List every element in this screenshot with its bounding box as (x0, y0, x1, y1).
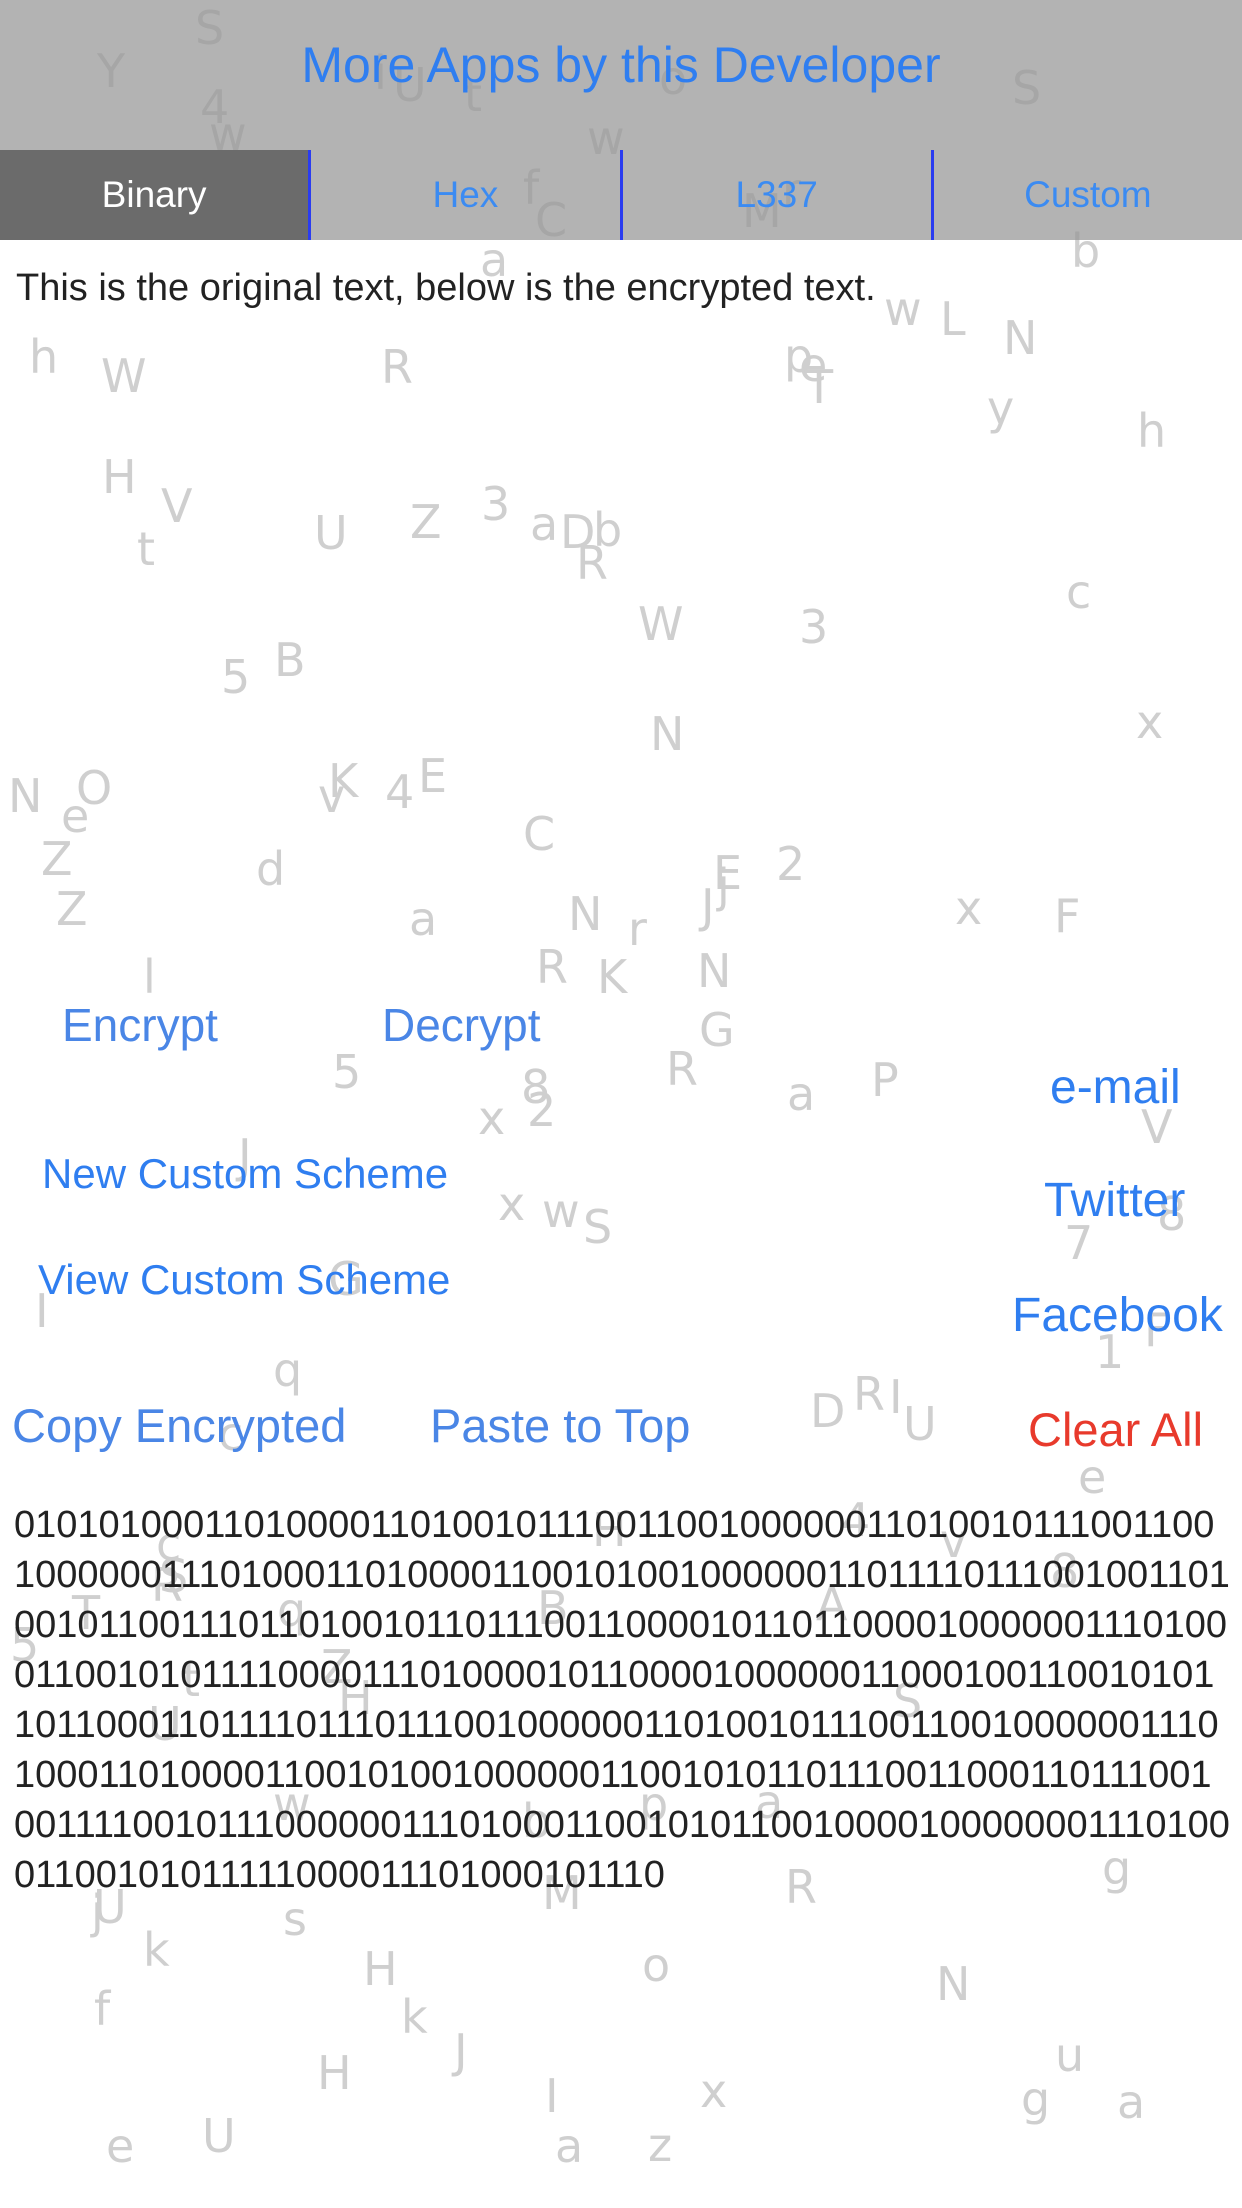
background-letter: a (409, 892, 438, 946)
background-letter: I (545, 2069, 559, 2123)
background-letter: N (1003, 311, 1038, 365)
view-custom-scheme-button[interactable]: View Custom Scheme (38, 1256, 450, 1304)
background-letter: U (202, 2109, 236, 2163)
background-letter: E (713, 846, 743, 900)
background-letter: G (699, 1003, 735, 1057)
background-letter: w (542, 1184, 580, 1238)
background-letter: U (903, 1397, 937, 1451)
background-letter: H (317, 2046, 352, 2100)
tab-l337[interactable]: L337 (623, 150, 934, 240)
background-letter: x (700, 2064, 728, 2118)
background-letter: J (454, 2024, 468, 2078)
background-letter: x (1136, 695, 1164, 749)
copy-encrypted-button[interactable]: Copy Encrypted (12, 1398, 346, 1453)
background-letter: B (274, 633, 306, 687)
background-letter: y (987, 381, 1015, 435)
paste-to-top-button[interactable]: Paste to Top (430, 1398, 690, 1453)
background-letter: a (1117, 2075, 1146, 2129)
top-bar: More Apps by this Developer Binary Hex L… (0, 0, 1242, 240)
background-letter: H (102, 450, 137, 504)
background-letter: 5 (332, 1045, 362, 1099)
background-letter: I (889, 1370, 903, 1424)
background-letter: a (787, 1067, 816, 1121)
background-letter: K (328, 754, 359, 808)
background-letter: F (1054, 889, 1081, 943)
email-button[interactable]: e-mail (1050, 1060, 1181, 1115)
decrypt-button[interactable]: Decrypt (382, 998, 540, 1052)
background-letter: q (273, 1343, 303, 1397)
background-letter: R (666, 1042, 698, 1096)
background-letter: R (576, 536, 608, 590)
facebook-button[interactable]: Facebook (1012, 1288, 1223, 1343)
encoding-segmented-control: Binary Hex L337 Custom (0, 150, 1242, 240)
background-letter: 4 (385, 765, 415, 819)
background-letter: a (530, 497, 559, 551)
background-letter: K (597, 950, 628, 1004)
background-letter: W (101, 349, 147, 403)
background-letter: Z (56, 882, 88, 936)
background-letter: x (478, 1091, 506, 1145)
background-letter: 8 (521, 1060, 551, 1114)
background-letter: H (363, 1942, 398, 1996)
background-letter: R (853, 1367, 885, 1421)
background-letter: k (401, 1990, 428, 2044)
background-letter: u (1055, 2028, 1085, 2082)
background-letter: E (418, 749, 448, 803)
original-text-area[interactable]: This is the original text, below is the … (16, 262, 1226, 314)
background-letter: t (137, 522, 156, 576)
background-letter: f (94, 1982, 111, 2036)
twitter-button[interactable]: Twitter (1044, 1173, 1185, 1228)
tab-custom[interactable]: Custom (934, 150, 1242, 240)
background-letter: x (955, 881, 983, 935)
background-letter: 3 (481, 477, 511, 531)
background-letter: N (568, 887, 603, 941)
clear-all-button[interactable]: Clear All (1028, 1402, 1203, 1457)
tab-binary[interactable]: Binary (0, 150, 312, 240)
background-letter: o (642, 1938, 671, 1992)
background-letter: c (1066, 565, 1092, 619)
background-letter: P (871, 1053, 899, 1107)
background-letter: l (143, 950, 156, 1004)
background-letter: r (628, 902, 647, 956)
background-letter: a (555, 2119, 584, 2173)
background-letter: N (650, 707, 685, 761)
more-apps-link[interactable]: More Apps by this Developer (0, 36, 1242, 94)
background-letter: k (143, 1923, 170, 1977)
background-letter: d (256, 842, 286, 896)
encrypt-button[interactable]: Encrypt (62, 998, 218, 1052)
background-letter: S (583, 1200, 613, 1254)
background-letter: V (161, 479, 193, 533)
background-letter: R (536, 940, 568, 994)
background-letter: N (8, 769, 43, 823)
background-letter: W (638, 597, 684, 651)
background-letter: U (314, 506, 348, 560)
tab-hex[interactable]: Hex (311, 150, 623, 240)
background-letter: N (936, 1957, 971, 2011)
background-letter: R (381, 340, 413, 394)
new-custom-scheme-button[interactable]: New Custom Scheme (42, 1150, 448, 1198)
background-letter: 3 (799, 600, 829, 654)
background-letter: Z (410, 495, 442, 549)
encrypted-text-area[interactable]: 0101010001101000011010010111001100100000… (14, 1500, 1230, 1900)
background-letter: e (106, 2119, 135, 2173)
background-letter: 2 (776, 837, 806, 891)
background-letter: h (1137, 404, 1167, 458)
background-letter: g (1021, 2072, 1051, 2126)
background-letter: N (697, 944, 732, 998)
background-letter: z (648, 2118, 673, 2172)
background-letter: C (523, 807, 556, 861)
background-letter: x (498, 1177, 526, 1231)
background-letter: T (805, 360, 834, 414)
background-letter: Z (41, 832, 73, 886)
background-letter: e (1078, 1450, 1107, 1504)
background-letter: 5 (221, 650, 251, 704)
background-letter: h (29, 330, 59, 384)
background-letter: D (810, 1384, 846, 1438)
background-letter: s (283, 1892, 307, 1946)
